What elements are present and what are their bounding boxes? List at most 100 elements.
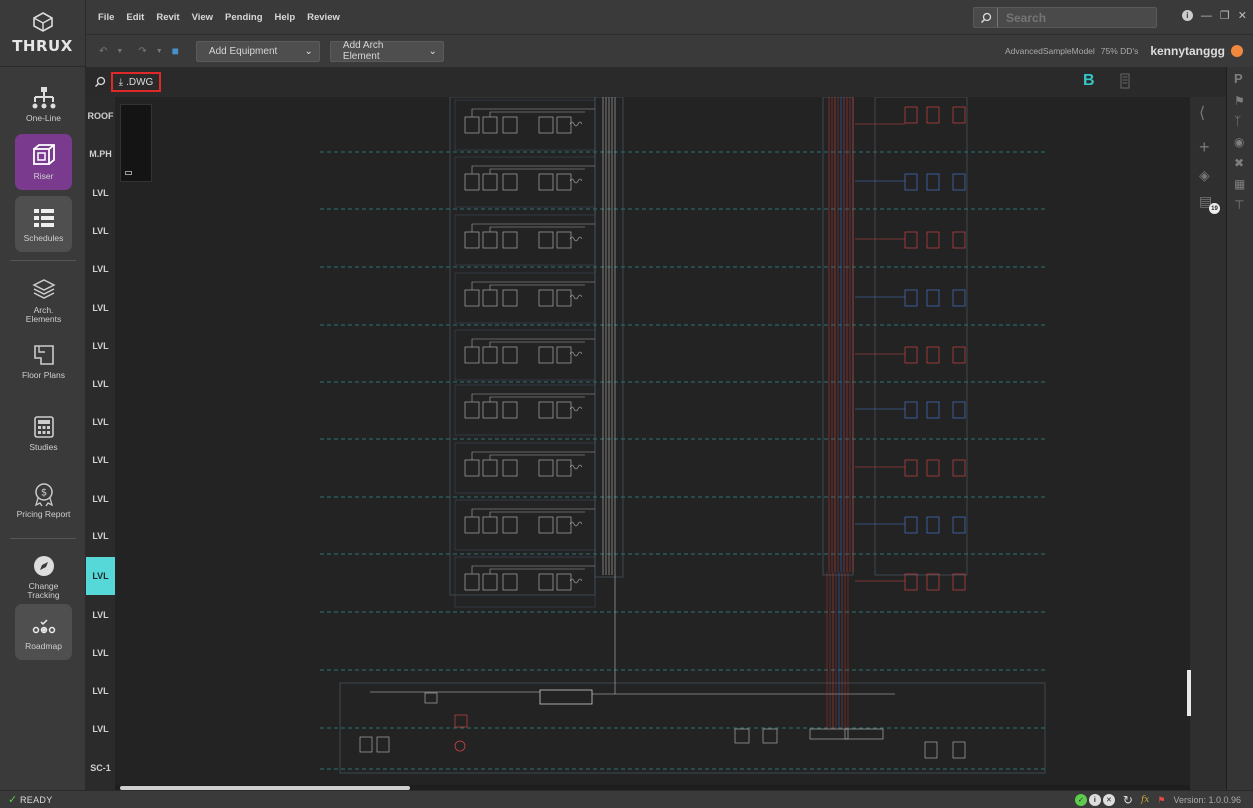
model-name[interactable]: AdvancedSampleModel	[1005, 46, 1095, 56]
menu-help[interactable]: Help	[275, 12, 296, 23]
info-icon[interactable]: i	[1181, 10, 1193, 21]
menu-review[interactable]: Review	[307, 12, 340, 23]
level-item[interactable]: M.PH	[86, 135, 115, 173]
level-item[interactable]: ROOF	[86, 97, 115, 135]
status-green-icon[interactable]: ✓	[1074, 794, 1087, 806]
nav-schedules[interactable]: Schedules	[15, 196, 72, 252]
grid-icon[interactable]: ▦	[1234, 177, 1245, 191]
level-item[interactable]: LVL	[86, 174, 115, 212]
level-item[interactable]: LVL	[86, 289, 115, 327]
panel-box	[904, 231, 918, 249]
riser-canvas[interactable]	[115, 97, 1190, 785]
menu-pending[interactable]: Pending	[225, 12, 262, 23]
function-icon[interactable]: fx	[1141, 795, 1149, 805]
panel-box	[904, 401, 918, 419]
menu-edit[interactable]: Edit	[126, 12, 144, 23]
feeder-line	[471, 281, 595, 290]
model-info: AdvancedSampleModel 75% DD's kennytanggg	[1005, 44, 1243, 58]
panel-box	[464, 516, 480, 534]
menu-file[interactable]: File	[98, 12, 114, 23]
nav-floor-plans[interactable]: Floor Plans	[15, 333, 72, 389]
panel-box	[482, 116, 498, 134]
minimize-icon[interactable]: —	[1201, 10, 1212, 22]
nav-arch-elements-label: Arch. Elements	[25, 304, 62, 324]
riser-diagram[interactable]	[115, 97, 1190, 785]
level-item[interactable]: LVL	[86, 403, 115, 441]
level-item[interactable]: LVL	[86, 710, 115, 748]
document-icon[interactable]	[1120, 73, 1130, 94]
panel-box	[904, 106, 918, 124]
panel-box	[502, 401, 518, 419]
nav-pricing-report[interactable]: $ Pricing Report	[15, 472, 72, 528]
level-item[interactable]: SC-1	[86, 749, 115, 787]
level-item[interactable]: LVL	[86, 365, 115, 403]
panel-box	[502, 173, 518, 191]
menu-revit[interactable]: Revit	[156, 12, 179, 23]
status-error-icon[interactable]: ✕	[1102, 794, 1115, 806]
search-input[interactable]	[998, 10, 1148, 25]
redo-dropdown-icon[interactable]: ▼	[156, 48, 163, 55]
layers-icon[interactable]: ◈	[1199, 167, 1210, 184]
p-icon[interactable]: P	[1234, 71, 1243, 86]
nav-divider	[10, 260, 76, 261]
panel-box	[926, 289, 940, 307]
panel-box	[482, 573, 498, 591]
nav-change-tracking[interactable]: Change Tracking	[15, 548, 72, 604]
feeder-line	[471, 223, 595, 232]
user-avatar[interactable]	[1231, 45, 1243, 57]
transformer-symbol	[569, 236, 583, 242]
feeder-line	[489, 454, 585, 460]
redo-icon[interactable]: ↷	[138, 46, 146, 57]
flag-icon[interactable]: ⚑	[1157, 795, 1165, 806]
panel-box	[952, 346, 966, 364]
level-item[interactable]: LVL	[86, 634, 115, 672]
export-dwg-button[interactable]: ⤓ .DWG	[111, 72, 161, 92]
status-info-icon[interactable]: i	[1088, 794, 1101, 806]
feeder-line	[489, 396, 585, 402]
transformer-symbol	[569, 406, 583, 412]
level-item[interactable]: LVL	[86, 212, 115, 250]
nav-studies[interactable]: Studies	[15, 405, 72, 461]
phase-label[interactable]: 75% DD's	[1101, 46, 1139, 56]
check-icon: ✓	[8, 794, 18, 806]
eye-icon[interactable]: ◉	[1234, 135, 1244, 149]
zoom-search-icon[interactable]	[94, 75, 106, 93]
level-item[interactable]: LVL	[86, 480, 115, 518]
feeder-line	[471, 508, 595, 517]
close-icon[interactable]: ✕	[1238, 9, 1247, 22]
vertical-scrollbar[interactable]	[1187, 670, 1191, 716]
level-item[interactable]: LVL	[86, 517, 115, 555]
nav-one-line[interactable]: One-Line	[15, 76, 72, 132]
add-equipment-dropdown[interactable]: Add Equipment ⌄	[195, 40, 320, 62]
refresh-icon[interactable]: ↻	[1123, 793, 1133, 807]
panel-box	[464, 459, 480, 477]
add-arch-element-dropdown[interactable]: Add Arch Element ⌄	[329, 40, 444, 62]
nav-riser[interactable]: Riser	[15, 134, 72, 190]
menu-view[interactable]: View	[192, 12, 213, 23]
level-item[interactable]: LVL	[86, 596, 115, 634]
level-item[interactable]: LVL	[86, 672, 115, 710]
minimap[interactable]	[120, 104, 152, 182]
branch-icon[interactable]: ᛉ	[1234, 114, 1241, 128]
level-item[interactable]: LVL	[86, 557, 115, 595]
unlink-icon[interactable]: ✖	[1234, 156, 1244, 170]
nav-arch-elements[interactable]: Arch. Elements	[15, 272, 72, 328]
b-label[interactable]: B	[1083, 72, 1095, 90]
undo-dropdown-icon[interactable]: ▼	[116, 48, 123, 55]
add-icon[interactable]: +	[1199, 137, 1210, 158]
collapse-left-icon[interactable]: ⟨	[1199, 103, 1205, 123]
panel-box	[502, 573, 518, 591]
level-item[interactable]: LVL	[86, 327, 115, 365]
search-icon	[974, 8, 998, 27]
minimap-viewport[interactable]	[125, 171, 132, 175]
tree-icon[interactable]: ⊤	[1234, 198, 1244, 212]
panel-box	[904, 346, 918, 364]
undo-icon[interactable]: ↶	[99, 46, 107, 57]
nav-roadmap[interactable]: Roadmap	[15, 604, 72, 660]
flag-icon[interactable]: ⚑	[1234, 94, 1245, 108]
level-item[interactable]: LVL	[86, 250, 115, 288]
save-icon[interactable]: ■	[172, 44, 179, 58]
restore-icon[interactable]: ❐	[1220, 9, 1230, 22]
user-name[interactable]: kennytanggg	[1150, 44, 1225, 58]
level-item[interactable]: LVL	[86, 441, 115, 479]
